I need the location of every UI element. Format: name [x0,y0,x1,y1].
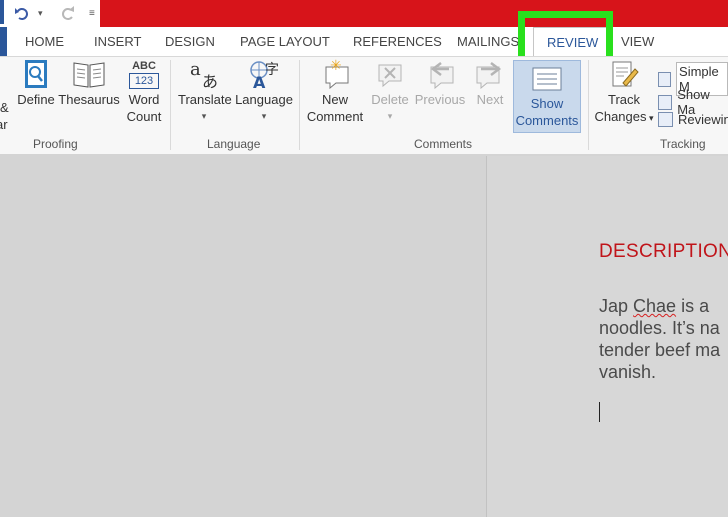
thesaurus-label: Thesaurus [58,92,120,107]
word-count-icon-abc: ABC [132,60,156,72]
group-separator [170,60,171,150]
title-bar-fill [100,0,728,27]
word-count-label-2: Count [126,109,162,124]
group-separator [588,60,589,150]
tab-view[interactable]: VIEW [621,27,654,56]
word-count-icon-123: 123 [129,73,159,89]
translate-dropdown-icon: ▾ [201,111,207,121]
language-button[interactable]: A 字 Language ▾ [234,59,294,125]
spelling-grammar-button[interactable]: & ar [0,99,10,133]
display-review-icon [658,71,672,87]
new-comment-button[interactable]: ✳ New Comment [306,59,364,125]
translate-icon: aあ [190,59,218,89]
group-label-tracking: Tracking [660,137,706,151]
group-separator [299,60,300,150]
tab-references[interactable]: REFERENCES [353,27,442,56]
reviewing-pane-icon [658,112,673,127]
word-count-icon: ABC 123 [129,59,159,89]
document-line: vanish. [599,362,657,382]
document-line: Jap Chae is a [599,296,710,316]
previous-comment-button[interactable]: Previous [414,59,466,108]
language-dropdown-icon: ▾ [261,111,267,121]
show-comments-label-2: Comments [515,113,579,128]
new-comment-icon: ✳ [325,59,349,89]
tab-design[interactable]: DESIGN [165,27,215,56]
delete-label: Delete [371,92,409,107]
language-label: Language [235,92,293,107]
previous-label: Previous [414,92,466,107]
next-comment-icon [476,62,502,89]
translate-label: Translate [178,92,232,107]
redo-icon[interactable] [60,0,76,26]
track-changes-icon [612,61,639,87]
language-icon-glyph: 字 [265,61,279,77]
group-label-comments: Comments [414,137,473,151]
thesaurus-button[interactable]: Thesaurus [58,59,120,108]
translate-button[interactable]: aあ Translate ▾ [178,59,232,125]
spelling-label-1: & [0,100,9,115]
tab-home[interactable]: HOME [25,27,64,56]
undo-dropdown-icon[interactable]: ▾ [38,0,43,26]
svg-text:✳: ✳ [330,59,342,74]
show-comments-icon [532,67,562,91]
reviewing-pane-label: Reviewin [678,112,728,127]
next-label: Next [476,92,504,107]
show-markup-icon [658,94,673,110]
spelling-error-word[interactable]: Chae [633,296,676,316]
word-count-label-1: Word [128,92,160,107]
customize-toolbar-icon[interactable]: ≡ [89,0,95,26]
reviewing-pane-button[interactable]: Reviewin [658,112,728,127]
group-label-language: Language [207,137,261,151]
delete-comment-button[interactable]: Delete ▾ [368,59,412,125]
file-tab[interactable] [0,27,7,56]
undo-icon[interactable] [14,0,30,26]
svg-text:あ: あ [202,72,218,89]
delete-dropdown-icon: ▾ [387,111,393,121]
document-heading: DESCRIPTION [599,241,728,262]
track-changes-label-1: Track [607,92,641,107]
title-bar [0,0,728,27]
next-comment-button[interactable]: Next [472,59,508,108]
delete-comment-icon [378,64,402,88]
new-comment-label-1: New [321,92,348,107]
track-changes-dropdown-icon: ▾ [646,113,654,123]
spelling-label-2: ar [0,117,8,132]
tab-insert[interactable]: INSERT [94,27,141,56]
group-label-proofing: Proofing [33,137,78,151]
define-button[interactable]: Define [16,59,56,108]
app-icon-edge [0,0,4,24]
word-count-button[interactable]: ABC 123 Word Count [123,59,165,125]
new-comment-label-2: Comment [306,109,364,124]
thesaurus-icon [73,62,105,88]
track-changes-button[interactable]: Track Changes ▾ [594,59,654,127]
text-cursor [599,402,600,422]
show-comments-button[interactable]: Show Comments [513,60,581,133]
tab-mailings[interactable]: MAILINGS [457,27,519,56]
define-label: Define [17,92,55,107]
show-comments-label-1: Show [530,96,564,111]
previous-comment-icon [430,62,454,89]
document-line: noodles. It’s na [599,318,720,338]
define-icon [25,60,47,88]
tab-page-layout[interactable]: PAGE LAYOUT [240,27,330,56]
document-line: tender beef ma [599,340,721,360]
track-changes-label-2: Changes ▾ [594,109,654,124]
svg-text:a: a [190,59,201,80]
language-icon: A 字 [247,59,281,89]
